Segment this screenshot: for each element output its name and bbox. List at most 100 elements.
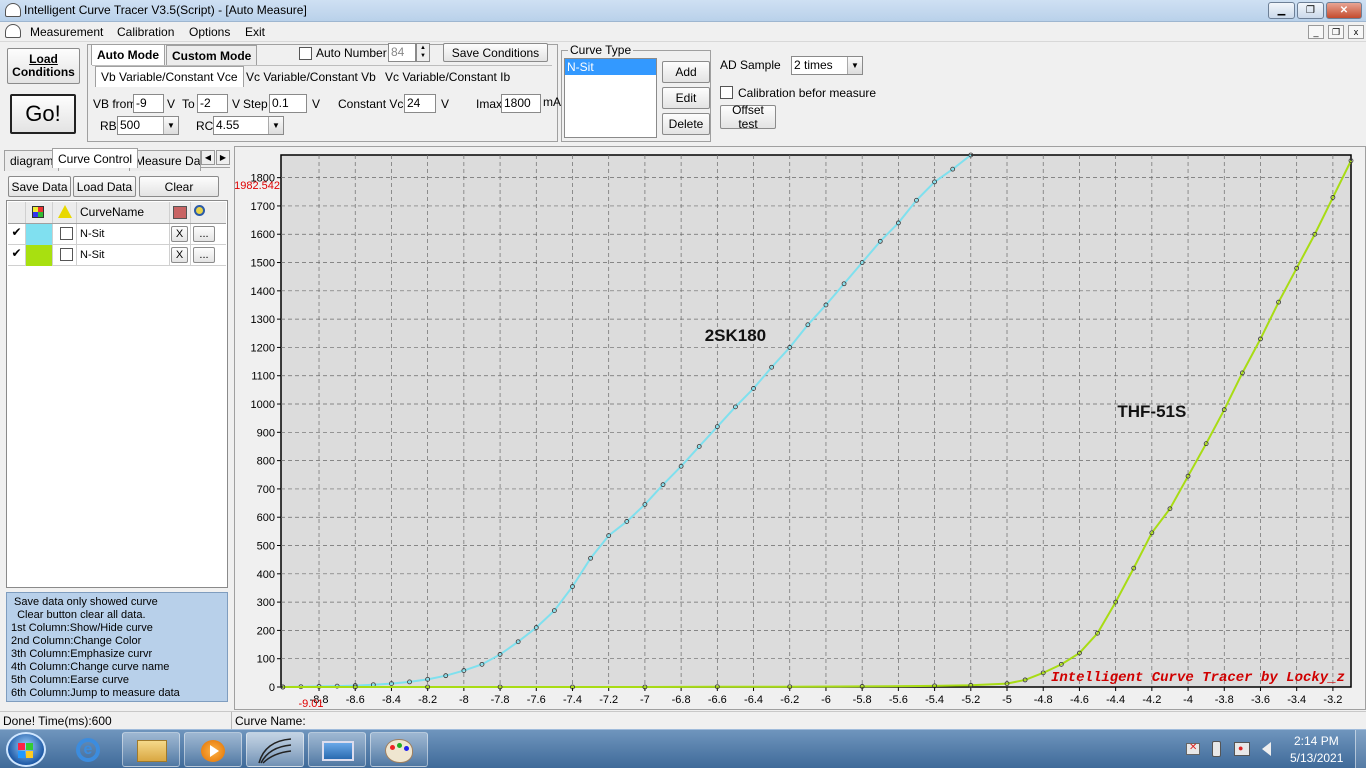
internet-explorer-icon: e [76,738,100,762]
step-label: Step [243,97,268,111]
menu-exit[interactable]: Exit [245,25,265,39]
tab-measure-data[interactable]: Measure Data [129,150,201,171]
curve-tracer-taskbar-button[interactable] [246,732,304,767]
table-row[interactable]: ✔ N-Sit X ... [8,245,226,266]
show-desktop-button[interactable] [1355,730,1366,768]
x-tick-label: -7.2 [599,694,618,706]
erase-curve-button[interactable]: X [171,226,188,242]
save-conditions-button[interactable]: Save Conditions [443,43,548,62]
go-button[interactable]: Go! [10,94,76,134]
clear-button[interactable]: Clear [139,176,219,197]
curve-type-edit-button[interactable]: Edit [662,87,710,109]
calibration-label: Calibration befor measure [738,86,877,100]
rc-select[interactable]: 4.55 ▼ [213,116,284,135]
curve-chart[interactable]: 0 100 200 300 400 500 600 700 800 900 1000 1100 1200… [235,147,1365,709]
erase-curve-button[interactable]: X [171,247,188,263]
curve-color-swatch[interactable] [26,245,53,266]
mdi-close-button[interactable]: x [1348,25,1364,39]
y-max-label: 1982.542 [235,180,280,192]
tab-scroll-left[interactable]: ◀ [201,150,215,165]
tab-scroll-right[interactable]: ▶ [216,150,230,165]
rc-label: RC [196,119,214,133]
image-viewer-taskbar-button[interactable] [308,732,366,767]
close-button[interactable]: ✕ [1326,2,1362,19]
emphasize-checkbox[interactable] [60,248,73,261]
calibration-checkbox[interactable] [720,86,733,99]
tab-custom-mode[interactable]: Custom Mode [166,45,258,66]
menu-options[interactable]: Options [189,25,230,39]
imax-input[interactable]: 1800 [501,94,541,113]
curve-type-delete-button[interactable]: Delete [662,113,710,135]
auto-number-input[interactable]: 84 [388,43,416,62]
media-taskbar-button[interactable] [184,732,242,767]
offset-test-button[interactable]: Offset test [720,103,776,131]
help-line: 6th Column:Jump to measure data [11,687,180,699]
help-line: 2nd Column:Change Color [11,635,142,647]
menu-bar: Measurement Calibration Options Exit _ ❐… [0,22,1366,42]
warning-icon [53,202,77,223]
auto-number-checkbox[interactable] [299,47,312,60]
save-data-button[interactable]: Save Data [8,176,71,197]
mdi-restore-button[interactable]: ❐ [1328,25,1344,39]
load-data-button[interactable]: Load Data [73,176,136,197]
ad-sample-select[interactable]: 2 times ▼ [791,56,863,75]
menu-measurement[interactable]: Measurement [30,25,103,39]
help-line: Clear button clear all data. [11,609,146,621]
volume-icon[interactable] [1262,742,1274,756]
explorer-taskbar-button[interactable] [122,732,180,767]
vb-from-label: VB from [93,97,137,111]
table-row[interactable]: ✔ N-Sit X ... [8,224,226,245]
rb-select[interactable]: 500 ▼ [117,116,179,135]
y-tick-label: 1300 [251,314,275,326]
tab-vc-variable-vb[interactable]: Vc Variable/Constant Vb [246,70,376,84]
y-tick-label: 1700 [251,201,275,213]
y-tick-label: 700 [257,484,275,496]
jump-data-button[interactable]: ... [193,247,215,263]
monitor-warning-icon[interactable]: ● [1234,742,1250,756]
show-curve-checkbox[interactable]: ✔ [10,247,23,261]
curve-name-cell[interactable]: N-Sit [77,245,170,266]
mdi-minimize-button[interactable]: _ [1308,25,1324,39]
vb-from-input[interactable]: -9 [133,94,164,113]
curve-color-swatch[interactable] [26,224,53,245]
curve-type-item[interactable]: N-Sit [565,59,656,75]
app-icon [5,3,21,17]
load-conditions-button[interactable]: Load Conditions [7,48,80,84]
emphasize-checkbox[interactable] [60,227,73,240]
curve-type-list[interactable]: N-Sit [564,58,657,138]
tab-curve-control[interactable]: Curve Control [52,148,139,168]
y-tick-label: 600 [257,512,275,524]
network-icon[interactable]: ✕ [1186,742,1200,755]
tab-vb-variable[interactable]: Vb Variable/Constant Vce [95,66,244,87]
start-button[interactable] [6,732,46,767]
x-tick-label: -3.8 [1215,694,1234,706]
x-tick-label: -7.4 [563,694,582,706]
restore-button[interactable]: ❐ [1297,2,1324,19]
curve-name-cell[interactable]: N-Sit [77,224,170,245]
show-curve-checkbox[interactable]: ✔ [10,226,23,240]
x-tick-label: -3.6 [1251,694,1270,706]
tab-vc-variable-ib[interactable]: Vc Variable/Constant Ib [385,70,510,84]
x-tick-label: -5.4 [925,694,944,706]
minimize-button[interactable]: ▁ [1268,2,1295,19]
y-tick-label: 1100 [251,371,275,383]
menu-calibration[interactable]: Calibration [117,25,174,39]
x-tick-label: -6.4 [744,694,763,706]
imax-label: Imax [476,97,503,111]
auto-number-spinner[interactable]: ▲ ▼ [416,43,430,62]
curve-type-add-button[interactable]: Add [662,61,710,83]
to-input[interactable]: -2 [197,94,228,113]
step-input[interactable]: 0.1 [269,94,307,113]
window-title: Intelligent Curve Tracer V3.5(Script) - … [24,3,307,17]
constant-vce-input[interactable]: 24 [404,94,436,113]
clock-time[interactable]: 2:14 PM [1294,734,1339,748]
chart-watermark: Intelligent Curve Tracer by Locky_z [1051,670,1345,686]
jump-data-button[interactable]: ... [193,226,215,242]
curvename-header: CurveName [77,202,170,223]
tab-auto-mode[interactable]: Auto Mode [91,44,165,65]
paint-taskbar-button[interactable] [370,732,428,767]
clock-date[interactable]: 5/13/2021 [1290,751,1343,765]
device-icon[interactable] [1212,741,1221,757]
ie-taskbar-button[interactable]: e [60,732,118,767]
help-line: 3th Column:Emphasize curvr [11,648,153,660]
